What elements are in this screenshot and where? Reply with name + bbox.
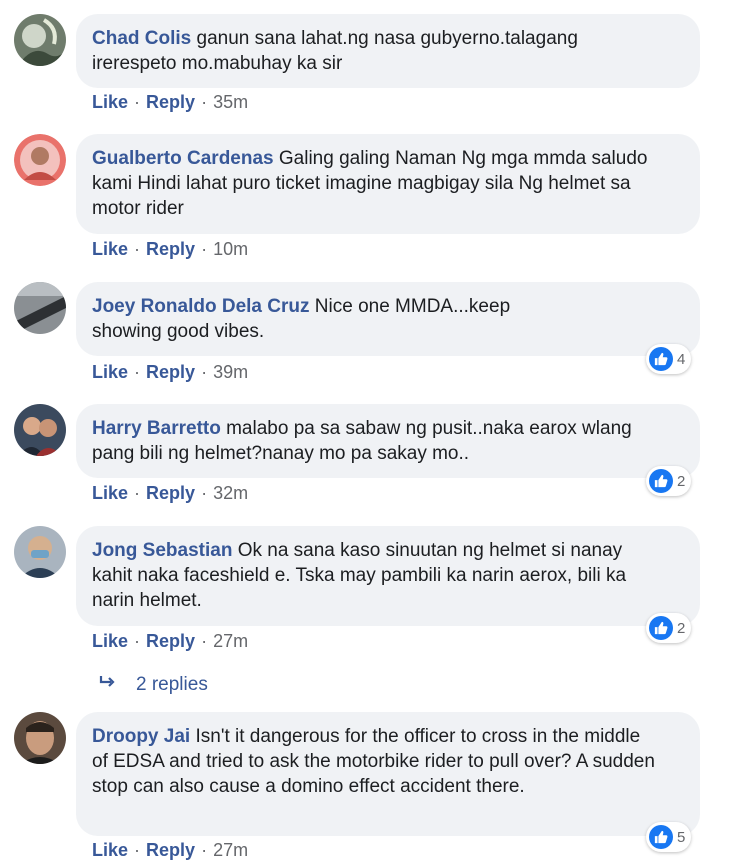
comment-timestamp[interactable]: 35m <box>213 92 248 112</box>
separator: · <box>201 840 208 860</box>
like-reaction-icon <box>649 469 673 493</box>
comment-author[interactable]: Joey Ronaldo Dela Cruz <box>92 296 310 317</box>
comment-bubble: Gualberto Cardenas Galing galing Naman N… <box>76 134 700 234</box>
reaction-number: 2 <box>677 472 686 490</box>
comment-actions: Like · Reply · 27m <box>92 631 248 652</box>
like-link[interactable]: Like <box>92 362 128 382</box>
comment-timestamp[interactable]: 27m <box>213 631 248 651</box>
replies-count-label: 2 replies <box>136 674 208 695</box>
reply-link[interactable]: Reply <box>146 483 195 503</box>
reply-link[interactable]: Reply <box>146 92 195 112</box>
avatar[interactable] <box>14 14 66 66</box>
like-link[interactable]: Like <box>92 239 128 259</box>
separator: · <box>134 840 141 860</box>
avatar[interactable] <box>14 134 66 186</box>
comment-actions: Like · Reply · 39m <box>92 362 248 383</box>
comment-actions: Like · Reply · 32m <box>92 483 248 504</box>
separator: · <box>134 239 141 259</box>
separator: · <box>201 92 208 112</box>
comment-timestamp[interactable]: 32m <box>213 483 248 503</box>
separator: · <box>134 362 141 382</box>
reply-link[interactable]: Reply <box>146 840 195 860</box>
comment-timestamp[interactable]: 27m <box>213 840 248 860</box>
reply-link[interactable]: Reply <box>146 239 195 259</box>
comment-author[interactable]: Chad Colis <box>92 28 191 49</box>
like-reaction-icon <box>649 347 673 371</box>
separator: · <box>201 631 208 651</box>
reaction-number: 4 <box>677 350 686 368</box>
comment-bubble: Joey Ronaldo Dela Cruz Nice one MMDA...k… <box>76 282 700 356</box>
comment-bubble: Harry Barretto malabo pa sa sabaw ng pus… <box>76 404 700 478</box>
comment-bubble: Jong Sebastian Ok na sana kaso sinuutan … <box>76 526 700 626</box>
comment-author[interactable]: Harry Barretto <box>92 418 221 439</box>
reaction-count[interactable]: 2 <box>646 466 692 496</box>
avatar[interactable] <box>14 526 66 578</box>
like-reaction-icon <box>649 825 673 849</box>
like-link[interactable]: Like <box>92 631 128 651</box>
comment-timestamp[interactable]: 39m <box>213 362 248 382</box>
comment-bubble: Chad Colis ganun sana lahat.ng nasa guby… <box>76 14 700 88</box>
comment-author[interactable]: Droopy Jai <box>92 726 190 747</box>
reply-link[interactable]: Reply <box>146 631 195 651</box>
comment-actions: Like · Reply · 27m <box>92 840 248 861</box>
separator: · <box>201 362 208 382</box>
avatar[interactable] <box>14 404 66 456</box>
reaction-number: 2 <box>677 619 686 637</box>
reply-arrow-icon <box>98 674 118 696</box>
avatar[interactable] <box>14 712 66 764</box>
separator: · <box>134 631 141 651</box>
reaction-count[interactable]: 4 <box>646 344 692 374</box>
like-link[interactable]: Like <box>92 483 128 503</box>
comment-timestamp[interactable]: 10m <box>213 239 248 259</box>
separator: · <box>201 239 208 259</box>
comment-bubble: Droopy Jai Isn't it dangerous for the of… <box>76 712 700 836</box>
comment-actions: Like · Reply · 10m <box>92 239 248 260</box>
comment-actions: Like · Reply · 35m <box>92 92 248 113</box>
reaction-number: 5 <box>677 828 686 846</box>
reply-link[interactable]: Reply <box>146 362 195 382</box>
like-reaction-icon <box>649 616 673 640</box>
comment-author[interactable]: Gualberto Cardenas <box>92 148 274 169</box>
like-link[interactable]: Like <box>92 92 128 112</box>
separator: · <box>134 92 141 112</box>
comment-author[interactable]: Jong Sebastian <box>92 540 232 561</box>
separator: · <box>134 483 141 503</box>
avatar[interactable] <box>14 282 66 334</box>
reaction-count[interactable]: 2 <box>646 613 692 643</box>
view-replies-link[interactable]: 2 replies <box>98 674 208 696</box>
separator: · <box>201 483 208 503</box>
like-link[interactable]: Like <box>92 840 128 860</box>
